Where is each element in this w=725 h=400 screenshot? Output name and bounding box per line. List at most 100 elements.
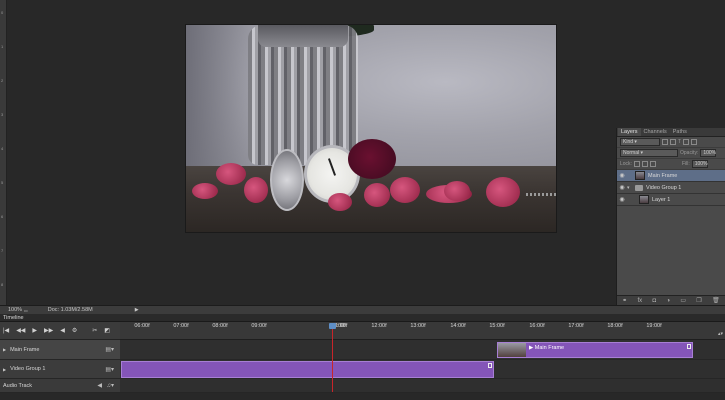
clip-thumbnail — [498, 343, 526, 357]
time-tick-label: 16:00f — [529, 323, 545, 329]
opacity-input[interactable]: 100% — [700, 149, 717, 157]
clip-video-group[interactable] — [121, 361, 494, 378]
lock-all-icon[interactable] — [649, 161, 656, 167]
timeline-ruler[interactable]: 06:00f 07:00f 08:00f 09:00f 10:00f 11:00… — [120, 322, 725, 340]
track-area-audio[interactable] — [120, 379, 725, 393]
film-strip-icon[interactable]: ▤▾ — [105, 366, 114, 373]
blend-row: Normal ▾ Opacity: 100% — [617, 148, 725, 159]
previous-frame-icon[interactable]: ◀◀ — [16, 327, 25, 334]
photo-chain — [526, 193, 556, 196]
folder-icon[interactable]: ▭ — [680, 297, 686, 304]
track-name: Main Frame — [10, 346, 40, 353]
tab-channels[interactable]: Channels — [641, 128, 670, 136]
layer-row-video-group[interactable]: ◉ ▾ Video Group 1 — [617, 182, 725, 194]
layer-row-main-frame[interactable]: ◉ Main Frame — [617, 170, 725, 182]
filter-type-icon[interactable]: T — [678, 139, 681, 145]
layer-row-layer-1[interactable]: ◉ Layer 1 — [617, 194, 725, 206]
visibility-eye-icon[interactable]: ◉ — [617, 172, 627, 179]
photo-petal — [364, 183, 390, 207]
layers-panel: Layers Channels Paths Kind ▾ T Normal ▾ … — [616, 128, 725, 305]
fill-input[interactable]: 100% — [691, 160, 708, 168]
settings-gear-icon[interactable]: ⚙ — [72, 327, 77, 334]
film-strip-icon[interactable]: ▤▾ — [105, 346, 114, 353]
tab-paths[interactable]: Paths — [670, 128, 690, 136]
link-icon[interactable]: ⚭ — [622, 297, 627, 304]
go-to-first-frame-icon[interactable]: |◀ — [3, 327, 9, 334]
filter-shape-icon[interactable] — [683, 139, 690, 145]
blend-mode-label: Normal — [623, 150, 640, 156]
time-tick-label: 14:00f — [450, 323, 466, 329]
time-tick-label: 18:00f — [607, 323, 623, 329]
timeline-controls: |◀ ◀◀ ▶ ▶▶ ◀ ⚙ ✂ ◩ — [0, 322, 120, 340]
ruler-label: 5 — [1, 180, 4, 185]
clip-label: ▶ Main Frame — [529, 345, 565, 351]
folder-icon — [635, 184, 643, 191]
lock-row: Lock: Fill: 100% — [617, 159, 725, 170]
photo-petal — [216, 163, 246, 185]
filter-smart-icon[interactable] — [691, 139, 698, 145]
blend-mode-dropdown[interactable]: Normal ▾ — [620, 149, 678, 157]
transition-icon[interactable]: ◩ — [104, 327, 110, 334]
track-name: Audio Track — [3, 382, 33, 389]
time-tick-label: 15:00f — [489, 323, 505, 329]
tab-layers[interactable]: Layers — [618, 128, 641, 136]
status-bar: 100% ▭ Doc: 1.03M/2.58M ▶ — [0, 305, 725, 314]
timeline-scroll-icon[interactable]: ▴▾ — [718, 331, 725, 341]
lock-pixels-icon[interactable] — [633, 161, 640, 167]
status-menu-arrow-icon[interactable]: ▶ — [93, 307, 139, 313]
filter-pixel-icon[interactable] — [662, 139, 668, 145]
opacity-label: Opacity: — [680, 150, 699, 156]
next-frame-icon[interactable]: ▶▶ — [44, 327, 53, 334]
expand-triangle-icon[interactable]: ▶ — [3, 347, 6, 352]
fill-label: Fill: — [681, 161, 690, 167]
time-tick-label: 08:00f — [212, 323, 228, 329]
time-tick-label: 09:00f — [251, 323, 267, 329]
layer-thumbnail — [635, 171, 645, 180]
mask-icon[interactable]: ◘ — [653, 298, 657, 304]
visibility-eye-icon[interactable]: ◉ — [617, 196, 627, 203]
track-name: Video Group 1 — [10, 366, 46, 372]
kind-filter-dropdown[interactable]: Kind ▾ — [620, 138, 660, 146]
time-tick-label: 13:00f — [410, 323, 426, 329]
track-label-main-frame[interactable]: ▶ Main Frame ▤▾ — [0, 340, 120, 360]
photo-watch-back — [270, 149, 304, 211]
expand-triangle-icon[interactable]: ▾ — [627, 185, 633, 191]
layer-name: Video Group 1 — [646, 184, 682, 191]
ruler-label: 1 — [1, 44, 4, 49]
filter-adjust-icon[interactable] — [670, 139, 676, 145]
speaker-icon[interactable]: ◀ — [97, 382, 102, 389]
visibility-eye-icon[interactable]: ◉ — [617, 184, 627, 191]
photo-petal — [444, 181, 470, 201]
time-tick-label: 19:00f — [646, 323, 662, 329]
ruler-label: 2 — [1, 78, 4, 83]
clip-end-marker-icon[interactable] — [687, 344, 691, 349]
kind-filter-label: Kind — [623, 139, 634, 145]
document-image[interactable] — [185, 24, 557, 233]
split-scissors-icon[interactable]: ✂ — [92, 327, 97, 334]
time-tick-label: 06:00f — [134, 323, 150, 329]
lock-position-icon[interactable] — [641, 161, 648, 167]
trash-icon[interactable]: 🗑 — [712, 297, 720, 304]
clip-main-frame[interactable]: ▶ Main Frame — [497, 342, 693, 358]
timeline-panel-header: Timeline — [0, 314, 725, 322]
vertical-ruler: 0 1 2 3 4 5 6 7 8 — [0, 0, 7, 305]
play-icon[interactable]: ▶ — [32, 327, 37, 334]
track-label-audio[interactable]: Audio Track ◀ ♫▾ — [0, 379, 120, 393]
playhead-line[interactable] — [332, 329, 333, 392]
photo-petal — [486, 177, 520, 207]
fx-icon[interactable]: fx — [638, 298, 643, 304]
adjustment-icon[interactable]: ◑ — [666, 298, 670, 304]
track-label-video-group[interactable]: ▶ Video Group 1 ▤▾ — [0, 360, 120, 379]
mute-audio-icon[interactable]: ◀ — [60, 327, 65, 334]
filter-row: Kind ▾ T — [617, 137, 725, 148]
panel-tabs: Layers Channels Paths — [617, 128, 725, 137]
time-tick-label: 17:00f — [568, 323, 584, 329]
new-layer-icon[interactable]: ❐ — [696, 297, 701, 304]
photo-shadow — [186, 25, 253, 170]
expand-triangle-icon[interactable]: ▶ — [3, 367, 6, 372]
clip-end-marker-icon[interactable] — [488, 363, 492, 368]
music-note-icon[interactable]: ♫▾ — [106, 382, 114, 389]
photo-petal — [328, 193, 352, 211]
zoom-level[interactable]: 100% — [0, 307, 24, 313]
layer-name: Layer 1 — [652, 196, 671, 203]
